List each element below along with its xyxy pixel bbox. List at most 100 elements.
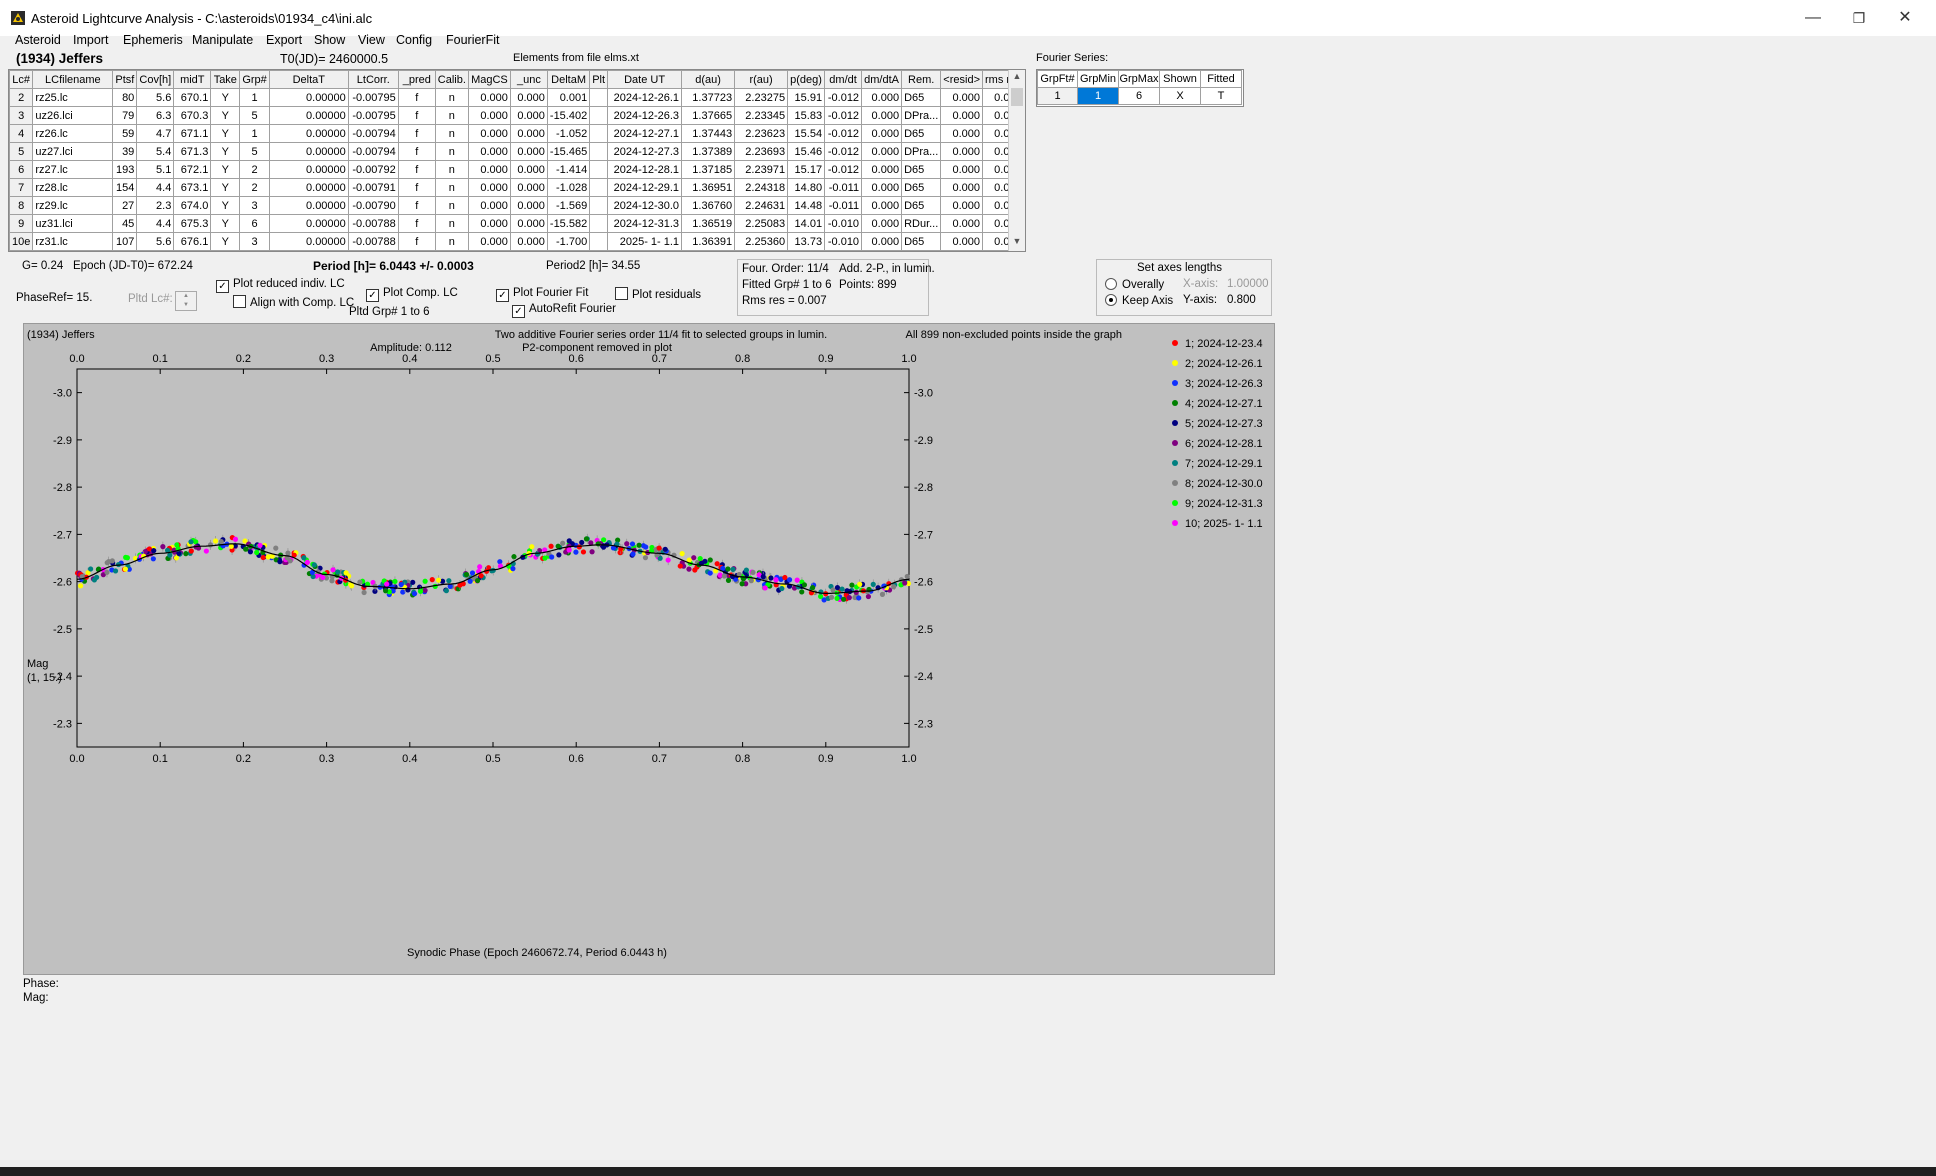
table-cell[interactable]: f [397,160,436,179]
radio-on-icon[interactable] [1105,294,1117,306]
table-cell[interactable]: f [397,88,436,107]
column-header[interactable]: Grp# [239,70,270,89]
table-row[interactable]: 10e rz31.lc 107 5.6 676.1 Y 3 0.00000 -0.00788 f n… [9,232,1025,251]
table-cell[interactable]: -0.012 [824,160,863,179]
table-cell[interactable]: 2024-12-27.1 [607,124,683,143]
table-cell[interactable]: 0.000 [509,124,548,143]
table-cell[interactable]: 0.001 [546,88,591,107]
table-cell[interactable]: 0.000 [940,160,983,179]
plot-fourier-checkbox[interactable]: ✓ Plot Fourier Fit [496,287,588,302]
table-cell[interactable]: 2024-12-26.1 [607,88,683,107]
table-cell[interactable]: 5.4 [136,142,175,161]
table-cell[interactable]: 0.000 [940,214,983,233]
table-cell[interactable] [589,232,609,251]
table-cell[interactable]: Y [210,88,241,107]
table-cell[interactable]: 0.00000 [268,232,349,251]
lightcurve-chart[interactable]: (1934) Jeffers Two additive Fourier seri… [24,324,1274,974]
table-cell[interactable]: Y [210,106,241,125]
table-cell[interactable]: 0.000 [467,232,511,251]
plot-reduced-checkbox[interactable]: ✓ Plot reduced indiv. LC [216,278,345,293]
column-header[interactable]: DeltaM [546,70,591,89]
table-cell[interactable]: 1.36391 [681,232,736,251]
table-cell[interactable]: 3 [239,196,270,215]
column-header[interactable]: _unc [509,70,548,89]
table-cell[interactable]: 2.25360 [734,232,789,251]
table-cell[interactable]: 0.000 [467,106,511,125]
plot-residuals-checkbox[interactable]: Plot residuals [615,287,701,301]
table-cell[interactable]: 4.4 [136,178,175,197]
table-cell[interactable]: 2.23623 [734,124,789,143]
table-cell[interactable]: Y [210,124,241,143]
table-cell[interactable]: -0.00792 [347,160,399,179]
table-cell[interactable]: 0.000 [861,106,903,125]
table-cell[interactable]: 0.000 [467,214,511,233]
table-cell[interactable]: 15.46 [787,142,826,161]
table-cell[interactable]: 1.37723 [681,88,736,107]
table-cell[interactable]: 0.00000 [268,142,349,161]
table-cell[interactable]: Y [210,160,241,179]
table-cell[interactable]: 4.7 [136,124,175,143]
menu-fourierfit[interactable]: FourierFit [446,33,499,47]
table-cell[interactable]: 1.37665 [681,106,736,125]
menu-import[interactable]: Import [73,33,108,47]
table-cell[interactable]: 2.25083 [734,214,789,233]
table-cell[interactable]: -1.569 [546,196,591,215]
checkbox-unchecked-icon[interactable] [233,295,246,308]
table-cell[interactable]: 0.000 [509,160,548,179]
table-cell[interactable]: 15.17 [787,160,826,179]
table-cell[interactable] [589,160,609,179]
table-cell[interactable]: 15.54 [787,124,826,143]
table-cell[interactable]: 80 [112,88,138,107]
plot-comp-checkbox[interactable]: ✓ Plot Comp. LC [366,287,458,302]
table-cell[interactable]: f [397,232,436,251]
table-cell[interactable]: rz27.lc [32,160,114,179]
table-cell[interactable]: 1 [239,88,270,107]
table-cell[interactable]: 6 [239,214,270,233]
table-cell[interactable]: 0.000 [509,232,548,251]
scroll-down-arrow-icon[interactable]: ▼ [1009,236,1025,246]
table-cell[interactable]: -1.052 [546,124,591,143]
table-cell[interactable]: 14.48 [787,196,826,215]
table-cell[interactable]: 0.00000 [268,88,349,107]
table-cell[interactable]: rz28.lc [32,178,114,197]
table-cell[interactable]: 5.1 [136,160,175,179]
lightcurve-plot-panel[interactable]: (1934) Jeffers Two additive Fourier seri… [23,323,1275,975]
table-cell[interactable]: -0.00790 [347,196,399,215]
table-cell[interactable]: 0.00000 [268,106,349,125]
table-cell[interactable]: D65 [901,232,942,251]
table-cell[interactable]: 0.000 [509,88,548,107]
table-cell[interactable]: 15.83 [787,106,826,125]
table-cell[interactable]: 0.000 [861,196,903,215]
column-header[interactable]: midT [173,70,212,89]
table-cell[interactable]: 6.3 [136,106,175,125]
table-cell[interactable]: 0.00000 [268,160,349,179]
table-cell[interactable]: -0.00795 [347,88,399,107]
table-cell[interactable]: rz31.lc [32,232,114,251]
table-cell[interactable]: n [434,178,469,197]
autorefit-checkbox[interactable]: ✓ AutoRefit Fourier [512,303,616,318]
table-cell[interactable]: 674.0 [173,196,212,215]
menu-export[interactable]: Export [266,33,302,47]
table-cell[interactable]: 671.1 [173,124,212,143]
table-cell[interactable]: D65 [901,160,942,179]
table-cell[interactable]: -0.012 [824,106,863,125]
table-cell[interactable]: 0.000 [940,124,983,143]
table-cell[interactable]: 107 [112,232,138,251]
table-cell[interactable]: f [397,124,436,143]
menu-manipulate[interactable]: Manipulate [192,33,253,47]
table-cell[interactable]: Y [210,196,241,215]
table-cell[interactable]: -15.402 [546,106,591,125]
table-cell[interactable]: 1.37389 [681,142,736,161]
column-header[interactable]: Rem. [901,70,942,89]
fourier-cell[interactable]: 1 [1037,87,1078,105]
table-cell[interactable]: 5 [239,106,270,125]
table-cell[interactable]: 13.73 [787,232,826,251]
table-cell[interactable]: 0.000 [861,124,903,143]
table-cell[interactable]: 2024-12-29.1 [607,178,683,197]
table-cell[interactable]: 154 [112,178,138,197]
table-cell[interactable]: 59 [112,124,138,143]
table-cell[interactable]: 0.000 [467,142,511,161]
table-cell[interactable]: 4.4 [136,214,175,233]
table-cell[interactable]: 0.000 [467,88,511,107]
pltd-lc-spinner[interactable]: ▲ ▼ [175,291,197,311]
